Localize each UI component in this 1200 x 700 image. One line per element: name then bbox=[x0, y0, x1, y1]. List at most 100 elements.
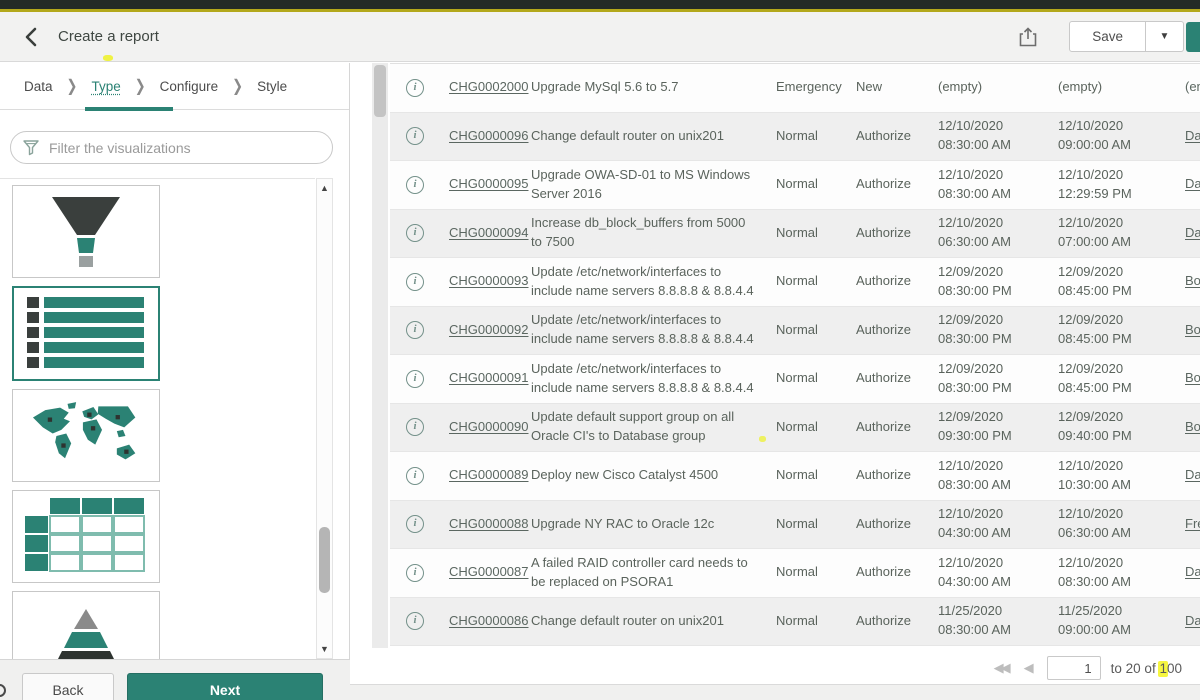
assigned-to-link[interactable]: (em bbox=[1185, 79, 1200, 94]
assigned-to-link[interactable]: Bow bbox=[1185, 419, 1200, 434]
next-button[interactable]: Next bbox=[127, 673, 323, 700]
scroll-up-arrow-icon[interactable]: ▲ bbox=[317, 183, 332, 193]
change-type: Normal bbox=[767, 272, 847, 291]
table-row[interactable]: i CHG0000093 Update /etc/network/interfa… bbox=[390, 258, 1200, 307]
list-icon bbox=[27, 297, 145, 370]
info-icon[interactable]: i bbox=[406, 176, 424, 194]
step-data[interactable]: Data bbox=[24, 79, 53, 94]
change-number-link[interactable]: CHG0000089 bbox=[449, 467, 529, 482]
table-row[interactable]: i CHG0000090 Update default support grou… bbox=[390, 404, 1200, 453]
change-number-link[interactable]: CHG0000087 bbox=[449, 564, 529, 579]
change-number-link[interactable]: CHG0000088 bbox=[449, 516, 529, 531]
scroll-down-arrow-icon[interactable]: ▼ bbox=[317, 644, 332, 654]
table-row[interactable]: i CHG0000089 Deploy new Cisco Catalyst 4… bbox=[390, 452, 1200, 501]
info-icon[interactable]: i bbox=[406, 612, 424, 630]
assigned-to-link[interactable]: Dav bbox=[1185, 128, 1200, 143]
short-description: Upgrade MySql 5.6 to 5.7 bbox=[522, 78, 767, 97]
change-state: Authorize bbox=[847, 369, 929, 388]
assigned-to-link[interactable]: Dav bbox=[1185, 613, 1200, 628]
viz-card-pivot-table[interactable] bbox=[12, 490, 160, 583]
change-state: Authorize bbox=[847, 418, 929, 437]
assigned-to-link[interactable]: Bow bbox=[1185, 273, 1200, 288]
assigned-to-link[interactable]: Bow bbox=[1185, 322, 1200, 337]
info-icon[interactable]: i bbox=[406, 467, 424, 485]
info-icon[interactable]: i bbox=[406, 224, 424, 242]
short-description: Update default support group on all Orac… bbox=[522, 408, 767, 446]
assigned-to-link[interactable]: Dav bbox=[1185, 564, 1200, 579]
table-row[interactable]: i CHG0000096 Change default router on un… bbox=[390, 113, 1200, 162]
change-number-link[interactable]: CHG0000094 bbox=[449, 225, 529, 240]
share-export-button[interactable] bbox=[1013, 22, 1043, 52]
change-state: Authorize bbox=[847, 272, 929, 291]
info-icon[interactable]: i bbox=[406, 564, 424, 582]
info-icon[interactable]: i bbox=[406, 418, 424, 436]
change-number-link[interactable]: CHG0000086 bbox=[449, 613, 529, 628]
page-number-input[interactable] bbox=[1047, 656, 1101, 680]
table-row[interactable]: i CHG0000087 A failed RAID controller ca… bbox=[390, 549, 1200, 598]
info-icon[interactable]: i bbox=[406, 321, 424, 339]
planned-start-date: 12/10/2020 08:30:00 AM bbox=[929, 117, 1049, 155]
table-scrollbar-thumb[interactable] bbox=[374, 65, 386, 117]
assigned-to-link[interactable]: Dav bbox=[1185, 176, 1200, 191]
viz-card-pyramid[interactable] bbox=[12, 591, 160, 659]
viz-card-funnel[interactable] bbox=[12, 185, 160, 278]
step-style[interactable]: Style bbox=[257, 79, 287, 94]
pagination-range-text: to 20 of 100 bbox=[1111, 661, 1182, 676]
planned-end-date: 12/10/2020 12:29:59 PM bbox=[1049, 166, 1176, 204]
info-icon[interactable]: i bbox=[406, 273, 424, 291]
table-row[interactable]: i CHG0000091 Update /etc/network/interfa… bbox=[390, 355, 1200, 404]
info-icon[interactable]: i bbox=[406, 515, 424, 533]
change-number-link[interactable]: CHG0000090 bbox=[449, 419, 529, 434]
filter-visualizations-input[interactable] bbox=[49, 140, 320, 156]
report-wizard-panel: Data ❯ Type ❯ Configure ❯ Style bbox=[0, 63, 350, 659]
planned-end-date: 12/09/2020 08:45:00 PM bbox=[1049, 311, 1176, 349]
table-scrollbar[interactable] bbox=[372, 63, 388, 648]
save-button[interactable]: Save bbox=[1069, 21, 1146, 52]
save-menu-button[interactable]: ▼ bbox=[1146, 21, 1184, 52]
table-row[interactable]: i CHG0000092 Update /etc/network/interfa… bbox=[390, 307, 1200, 356]
change-type: Normal bbox=[767, 466, 847, 485]
assigned-to-link[interactable]: Dav bbox=[1185, 225, 1200, 240]
viz-list-scrollbar-thumb[interactable] bbox=[319, 527, 330, 593]
change-number-link[interactable]: CHG0000096 bbox=[449, 128, 529, 143]
back-chevron-button[interactable] bbox=[18, 24, 44, 50]
planned-end-date: 12/10/2020 06:30:00 AM bbox=[1049, 505, 1176, 543]
previous-page-icon[interactable]: ◀ bbox=[1024, 660, 1031, 676]
info-icon[interactable]: i bbox=[406, 79, 424, 97]
change-request-table: i CHG0002000 Upgrade MySql 5.6 to 5.7 Em… bbox=[390, 63, 1200, 648]
planned-end-date: 12/10/2020 09:00:00 AM bbox=[1049, 117, 1176, 155]
assigned-to-link[interactable]: Dav bbox=[1185, 467, 1200, 482]
step-configure[interactable]: Configure bbox=[160, 79, 219, 94]
change-number-link[interactable]: CHG0002000 bbox=[449, 79, 529, 94]
assigned-to-link[interactable]: Fred bbox=[1185, 516, 1200, 531]
table-row[interactable]: i CHG0000095 Upgrade OWA-SD-01 to MS Win… bbox=[390, 161, 1200, 210]
table-row[interactable]: i CHG0000086 Change default router on un… bbox=[390, 598, 1200, 647]
short-description: Change default router on unix201 bbox=[522, 612, 767, 631]
wizard-footer: Back Next bbox=[0, 659, 350, 700]
planned-end-date: 12/09/2020 09:40:00 PM bbox=[1049, 408, 1176, 446]
info-icon[interactable]: i bbox=[406, 370, 424, 388]
change-number-link[interactable]: CHG0000091 bbox=[449, 370, 529, 385]
change-type: Normal bbox=[767, 418, 847, 437]
table-row[interactable]: i CHG0002000 Upgrade MySql 5.6 to 5.7 Em… bbox=[390, 64, 1200, 113]
wizard-steps: Data ❯ Type ❯ Configure ❯ Style bbox=[0, 63, 349, 110]
viz-list-scrollbar[interactable]: ▲ ▼ bbox=[316, 178, 333, 659]
viz-card-world-map[interactable] bbox=[12, 389, 160, 482]
info-icon[interactable]: i bbox=[406, 127, 424, 145]
planned-start-date: 12/09/2020 09:30:00 PM bbox=[929, 408, 1049, 446]
short-description: Increase db_block_buffers from 5000 to 7… bbox=[522, 214, 767, 252]
table-row[interactable]: i CHG0000094 Increase db_block_buffers f… bbox=[390, 210, 1200, 259]
step-type[interactable]: Type bbox=[91, 79, 120, 94]
primary-action-button-partial[interactable] bbox=[1186, 22, 1200, 52]
viz-card-list[interactable] bbox=[12, 286, 160, 381]
change-number-link[interactable]: CHG0000092 bbox=[449, 322, 529, 337]
planned-end-date: 12/10/2020 07:00:00 AM bbox=[1049, 214, 1176, 252]
assigned-to-link[interactable]: Bow bbox=[1185, 370, 1200, 385]
change-number-link[interactable]: CHG0000095 bbox=[449, 176, 529, 191]
active-step-indicator bbox=[85, 107, 173, 111]
back-button[interactable]: Back bbox=[22, 673, 114, 700]
first-page-icon[interactable]: ◀◀ bbox=[994, 660, 1008, 676]
table-row[interactable]: i CHG0000088 Upgrade NY RAC to Oracle 12… bbox=[390, 501, 1200, 550]
change-number-link[interactable]: CHG0000093 bbox=[449, 273, 529, 288]
chevron-left-icon bbox=[24, 27, 38, 47]
